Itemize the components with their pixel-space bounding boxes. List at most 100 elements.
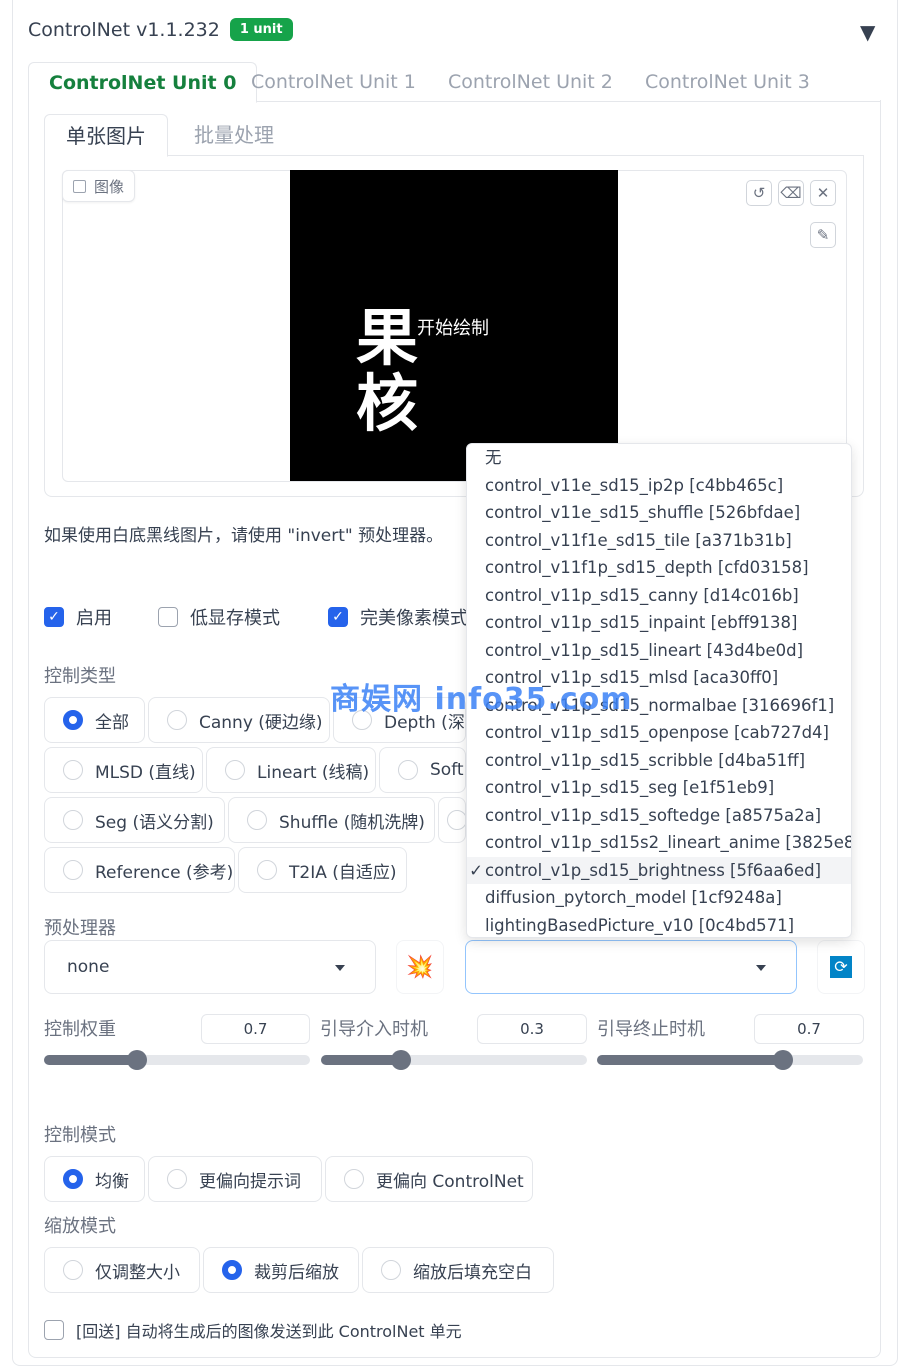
control-mode-controlnet[interactable]: 更偏向 ControlNet: [325, 1156, 533, 1202]
dropdown-option[interactable]: control_v11f1e_sd15_tile [a371b31b]: [467, 527, 851, 555]
dropdown-option[interactable]: control_v11e_sd15_ip2p [c4bb465c]: [467, 472, 851, 500]
dropdown-option[interactable]: control_v11e_sd15_shuffle [526bfdae]: [467, 499, 851, 527]
run-preprocessor-button[interactable]: 💥: [396, 940, 444, 994]
checkbox-box[interactable]: [44, 1320, 64, 1340]
control-weight-input[interactable]: 0.7: [201, 1014, 310, 1044]
tab-unit-1[interactable]: ControlNet Unit 1: [251, 62, 416, 102]
radio-dot[interactable]: [344, 1169, 364, 1189]
radio-dot[interactable]: [167, 1169, 187, 1189]
undo-icon[interactable]: ↺: [746, 180, 772, 206]
dropdown-option[interactable]: control_v11p_sd15_inpaint [ebff9138]: [467, 609, 851, 637]
radio-dot[interactable]: [167, 710, 187, 730]
dropdown-option[interactable]: control_v11p_sd15_lineart [43d4be0d]: [467, 637, 851, 665]
dropdown-option-label: control_v11p_sd15_openpose [cab727d4]: [485, 723, 829, 742]
control-type-seg[interactable]: Seg (语义分割): [44, 797, 225, 843]
slider-handle[interactable]: [390, 1050, 411, 1070]
model-select[interactable]: [465, 940, 797, 994]
radio-dot[interactable]: [63, 760, 83, 780]
tab-unit-0[interactable]: ControlNet Unit 0: [28, 62, 258, 103]
tab-unit-3[interactable]: ControlNet Unit 3: [645, 62, 810, 102]
checkbox-box[interactable]: ✓: [328, 607, 348, 627]
panel-header[interactable]: ControlNet v1.1.232 1 unit: [28, 18, 293, 41]
slider-handle[interactable]: [127, 1050, 148, 1070]
image-icon: [73, 179, 86, 193]
resize-mode-just-resize[interactable]: 仅调整大小: [44, 1247, 200, 1293]
dropdown-option[interactable]: control_v11p_sd15s2_lineart_anime [3825e…: [467, 829, 851, 857]
radio-dot[interactable]: [381, 1260, 401, 1280]
resize-mode-fill[interactable]: 缩放后填充空白: [362, 1247, 554, 1293]
check-icon: ✓: [469, 860, 483, 880]
dropdown-option[interactable]: control_v11p_sd15_scribble [d4ba51ff]: [467, 747, 851, 775]
dropdown-option[interactable]: control_v11p_sd15_seg [e1f51eb9]: [467, 774, 851, 802]
preprocessor-label: 预处理器: [44, 918, 116, 939]
dropdown-option[interactable]: diffusion_pytorch_model [1cf9248a]: [467, 884, 851, 912]
resize-mode-crop[interactable]: 裁剪后缩放: [203, 1247, 359, 1293]
radio-dot[interactable]: [247, 810, 267, 830]
radio-dot[interactable]: [63, 1260, 83, 1280]
radio-dot[interactable]: [63, 860, 83, 880]
control-type-softedge[interactable]: SoftEdge: [379, 747, 466, 793]
radio-dot[interactable]: [257, 860, 277, 880]
dropdown-option[interactable]: control_v11p_sd15_canny [d14c016b]: [467, 582, 851, 610]
dropdown-option[interactable]: control_v11f1p_sd15_depth [cfd03158]: [467, 554, 851, 582]
tab-unit-2[interactable]: ControlNet Unit 2: [448, 62, 613, 102]
invert-hint: 如果使用白底黑线图片，请使用 "invert" 预处理器。: [44, 526, 444, 546]
radio-dot[interactable]: [447, 810, 465, 830]
control-type-mlsd[interactable]: MLSD (直线): [44, 747, 203, 793]
radio-label: 仅调整大小: [95, 1262, 180, 1283]
enable-checkbox[interactable]: ✓ 启用: [44, 604, 112, 630]
dropdown-option[interactable]: control_v11p_sd15_softedge [a8575a2a]: [467, 802, 851, 830]
explosion-icon: 💥: [406, 954, 434, 980]
radio-label: 全部: [95, 712, 129, 733]
control-type-lineart[interactable]: Lineart (线稿): [206, 747, 376, 793]
radio-dot[interactable]: [222, 1260, 242, 1280]
radio-label: Seg (语义分割): [95, 812, 214, 833]
brush-icon[interactable]: ✎: [810, 222, 836, 248]
checkbox-box[interactable]: [158, 607, 178, 627]
guidance-start-slider[interactable]: [321, 1050, 587, 1070]
radio-label: 缩放后填充空白: [413, 1262, 532, 1283]
control-mode-prompt[interactable]: 更偏向提示词: [148, 1156, 322, 1202]
control-type-t2ia[interactable]: T2IA (自适应): [238, 847, 407, 893]
control-type-reference[interactable]: Reference (参考): [44, 847, 235, 893]
control-type-shuffle[interactable]: Shuffle (随机洗牌): [228, 797, 435, 843]
dropdown-option-label: control_v11e_sd15_ip2p [c4bb465c]: [485, 475, 784, 495]
dropdown-option-label: lightingBasedPicture_v10 [0c4bd571]: [485, 915, 795, 935]
eraser-icon[interactable]: ⌫: [778, 180, 804, 206]
control-type-all[interactable]: 全部: [44, 697, 145, 743]
loopback-checkbox[interactable]: [回送] 自动将生成后的图像发送到此 ControlNet 单元: [44, 1318, 462, 1342]
tab-batch[interactable]: 批量处理: [194, 114, 274, 156]
radio-dot[interactable]: [63, 810, 83, 830]
checkbox-box[interactable]: ✓: [44, 607, 64, 627]
pixel-perfect-checkbox[interactable]: ✓ 完美像素模式: [328, 604, 468, 630]
refresh-models-button[interactable]: ⟳: [817, 940, 865, 994]
low-vram-checkbox[interactable]: 低显存模式: [158, 604, 280, 630]
preprocessor-value: none: [67, 957, 110, 977]
dropdown-option-label: control_v11p_sd15_canny [d14c016b]: [485, 585, 799, 605]
close-icon[interactable]: ✕: [810, 180, 836, 206]
control-type-hidden[interactable]: [438, 797, 466, 843]
dropdown-option-label: control_v11p_sd15_seg [e1f51eb9]: [485, 778, 775, 797]
radio-dot[interactable]: [63, 1169, 83, 1189]
dropdown-option[interactable]: control_v11p_sd15_openpose [cab727d4]: [467, 719, 851, 747]
dropdown-option-label: control_v11p_sd15_scribble [d4ba51ff]: [485, 750, 806, 770]
tab-single-image[interactable]: 单张图片: [44, 114, 168, 157]
dropdown-option[interactable]: lightingBasedPicture_v10 [0c4bd571]: [467, 912, 851, 938]
dropdown-option[interactable]: ✓ control_v1p_sd15_brightness [5f6aa6ed]: [467, 856, 851, 884]
pixel-perfect-label: 完美像素模式: [360, 608, 468, 629]
guidance-end-slider[interactable]: [597, 1050, 863, 1070]
control-weight-slider[interactable]: [44, 1050, 310, 1070]
radio-label: SoftEdge: [430, 760, 465, 780]
dropdown-option[interactable]: 无: [467, 444, 851, 472]
radio-dot[interactable]: [225, 760, 245, 780]
radio-label: Canny (硬边缘): [199, 712, 323, 733]
dropdown-option-label: diffusion_pytorch_model [1cf9248a]: [485, 888, 782, 907]
radio-dot[interactable]: [398, 760, 418, 780]
control-type-canny[interactable]: Canny (硬边缘): [148, 697, 330, 743]
preprocessor-select[interactable]: none: [44, 940, 376, 994]
triangle-down-icon[interactable]: ▼: [860, 20, 875, 44]
guidance-end-input[interactable]: 0.7: [754, 1014, 864, 1044]
radio-dot[interactable]: [63, 710, 83, 730]
control-mode-balanced[interactable]: 均衡: [44, 1156, 145, 1202]
guidance-start-input[interactable]: 0.3: [477, 1014, 587, 1044]
